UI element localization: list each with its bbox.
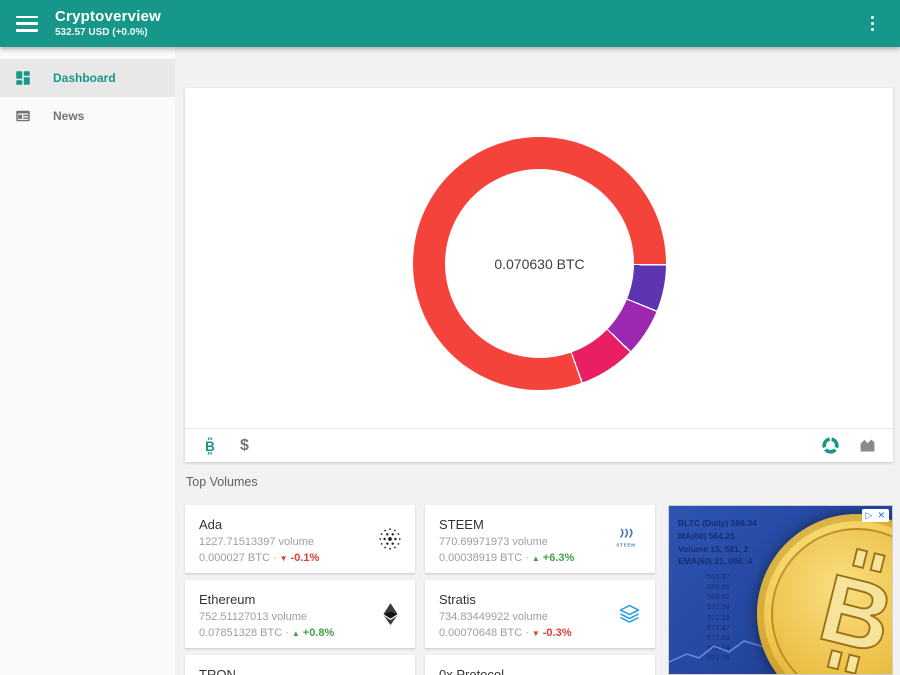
volume-card-stratis[interactable]: Stratis 734.83449922 volume 0.00070648 B… (425, 580, 655, 648)
adchoices-icon[interactable]: ▷ (866, 511, 873, 520)
volume-card-ethereum[interactable]: Ethereum 752.51127013 volume 0.07851328 … (185, 580, 415, 648)
sidebar-item-label: News (53, 109, 84, 123)
volume-card-tron[interactable]: TRON (185, 655, 415, 675)
svg-text:B: B (810, 554, 893, 675)
svg-text:STEEM: STEEM (616, 543, 635, 548)
coin-price-row: 0.07851328 BTC · ▲ +0.8% (199, 627, 401, 639)
sidebar: Dashboard News (0, 47, 175, 675)
top-volumes-grid: Ada 1227.71513397 volume 0.000027 BTC · … (185, 505, 655, 675)
portfolio-chart-card: 0.070630 BTC B $ (185, 88, 893, 462)
portfolio-value: 532.57 USD (+0.0%) (55, 27, 161, 39)
donut-center-label: 0.070630 BTC (494, 256, 584, 272)
coin-name: 0x Protocol (439, 667, 641, 675)
stratis-icon (616, 601, 643, 628)
coin-name: TRON (199, 667, 401, 675)
donut-hole: 0.070630 BTC (445, 169, 634, 358)
bitcoin-icon[interactable]: B (201, 437, 219, 455)
app-bar: Cryptoverview 532.57 USD (+0.0%) (0, 0, 900, 47)
coin-price-row: 0.00070648 BTC · ▼ -0.3% (439, 627, 641, 639)
main-content: 0.070630 BTC B $ (175, 47, 900, 675)
bitcoin-coin-image: B (757, 514, 893, 675)
kebab-menu-icon[interactable] (867, 12, 879, 36)
dollar-icon[interactable]: $ (240, 437, 249, 455)
up-arrow-icon: ▲ (532, 554, 540, 563)
coin-price-row: 0.000027 BTC · ▼ -0.1% (199, 552, 401, 564)
coin-volume: 1227.71513397 volume (199, 536, 401, 548)
coin-volume: 752.51127013 volume (199, 611, 401, 623)
ethereum-icon (378, 602, 403, 627)
cardano-icon (377, 526, 403, 552)
portfolio-donut-chart[interactable]: 0.070630 BTC (413, 137, 666, 390)
coin-name: Ethereum (199, 592, 401, 607)
top-volumes-title: Top Volumes (186, 475, 258, 489)
down-arrow-icon: ▼ (532, 629, 540, 638)
chart-toolbar: B $ (185, 428, 893, 462)
hamburger-icon[interactable] (16, 16, 38, 32)
volume-card-ada[interactable]: Ada 1227.71513397 volume 0.000027 BTC · … (185, 505, 415, 573)
volume-card-steem[interactable]: STEEM 770.69971973 volume 0.00038919 BTC… (425, 505, 655, 573)
coin-price-row: 0.00038919 BTC · ▲ +6.3% (439, 552, 641, 564)
coin-change: -0.1% (291, 552, 320, 564)
ad-badge: ▷ ✕ (862, 509, 889, 522)
donut-chart-icon[interactable] (821, 436, 840, 455)
up-arrow-icon: ▲ (292, 629, 300, 638)
steem-icon: STEEM (609, 527, 643, 551)
down-arrow-icon: ▼ (280, 554, 288, 563)
ad-close-icon[interactable]: ✕ (877, 511, 885, 520)
coin-volume: 734.83449922 volume (439, 611, 641, 623)
news-icon (14, 107, 32, 125)
coin-name: Stratis (439, 592, 641, 607)
coin-change: +6.3% (543, 552, 575, 564)
coin-change: -0.3% (543, 627, 572, 639)
coin-change: +0.8% (303, 627, 335, 639)
sidebar-item-news[interactable]: News (0, 97, 175, 135)
dashboard-icon (14, 69, 32, 87)
volume-card-0x-protocol[interactable]: 0x Protocol (425, 655, 655, 675)
ad-chart-text: BLTC (Daily) 566.34 MA(60) 564.25 Volume… (678, 517, 757, 568)
sidebar-item-label: Dashboard (53, 71, 116, 85)
app-title: Cryptoverview (55, 8, 161, 25)
sidebar-item-dashboard[interactable]: Dashboard (0, 59, 175, 97)
ad-banner[interactable]: ▷ ✕ BLTC (Daily) 566.34 MA(60) 564.25 Vo… (668, 505, 893, 675)
area-chart-icon[interactable] (858, 436, 877, 455)
coin-name: Ada (199, 517, 401, 532)
svg-text:B: B (205, 438, 215, 453)
